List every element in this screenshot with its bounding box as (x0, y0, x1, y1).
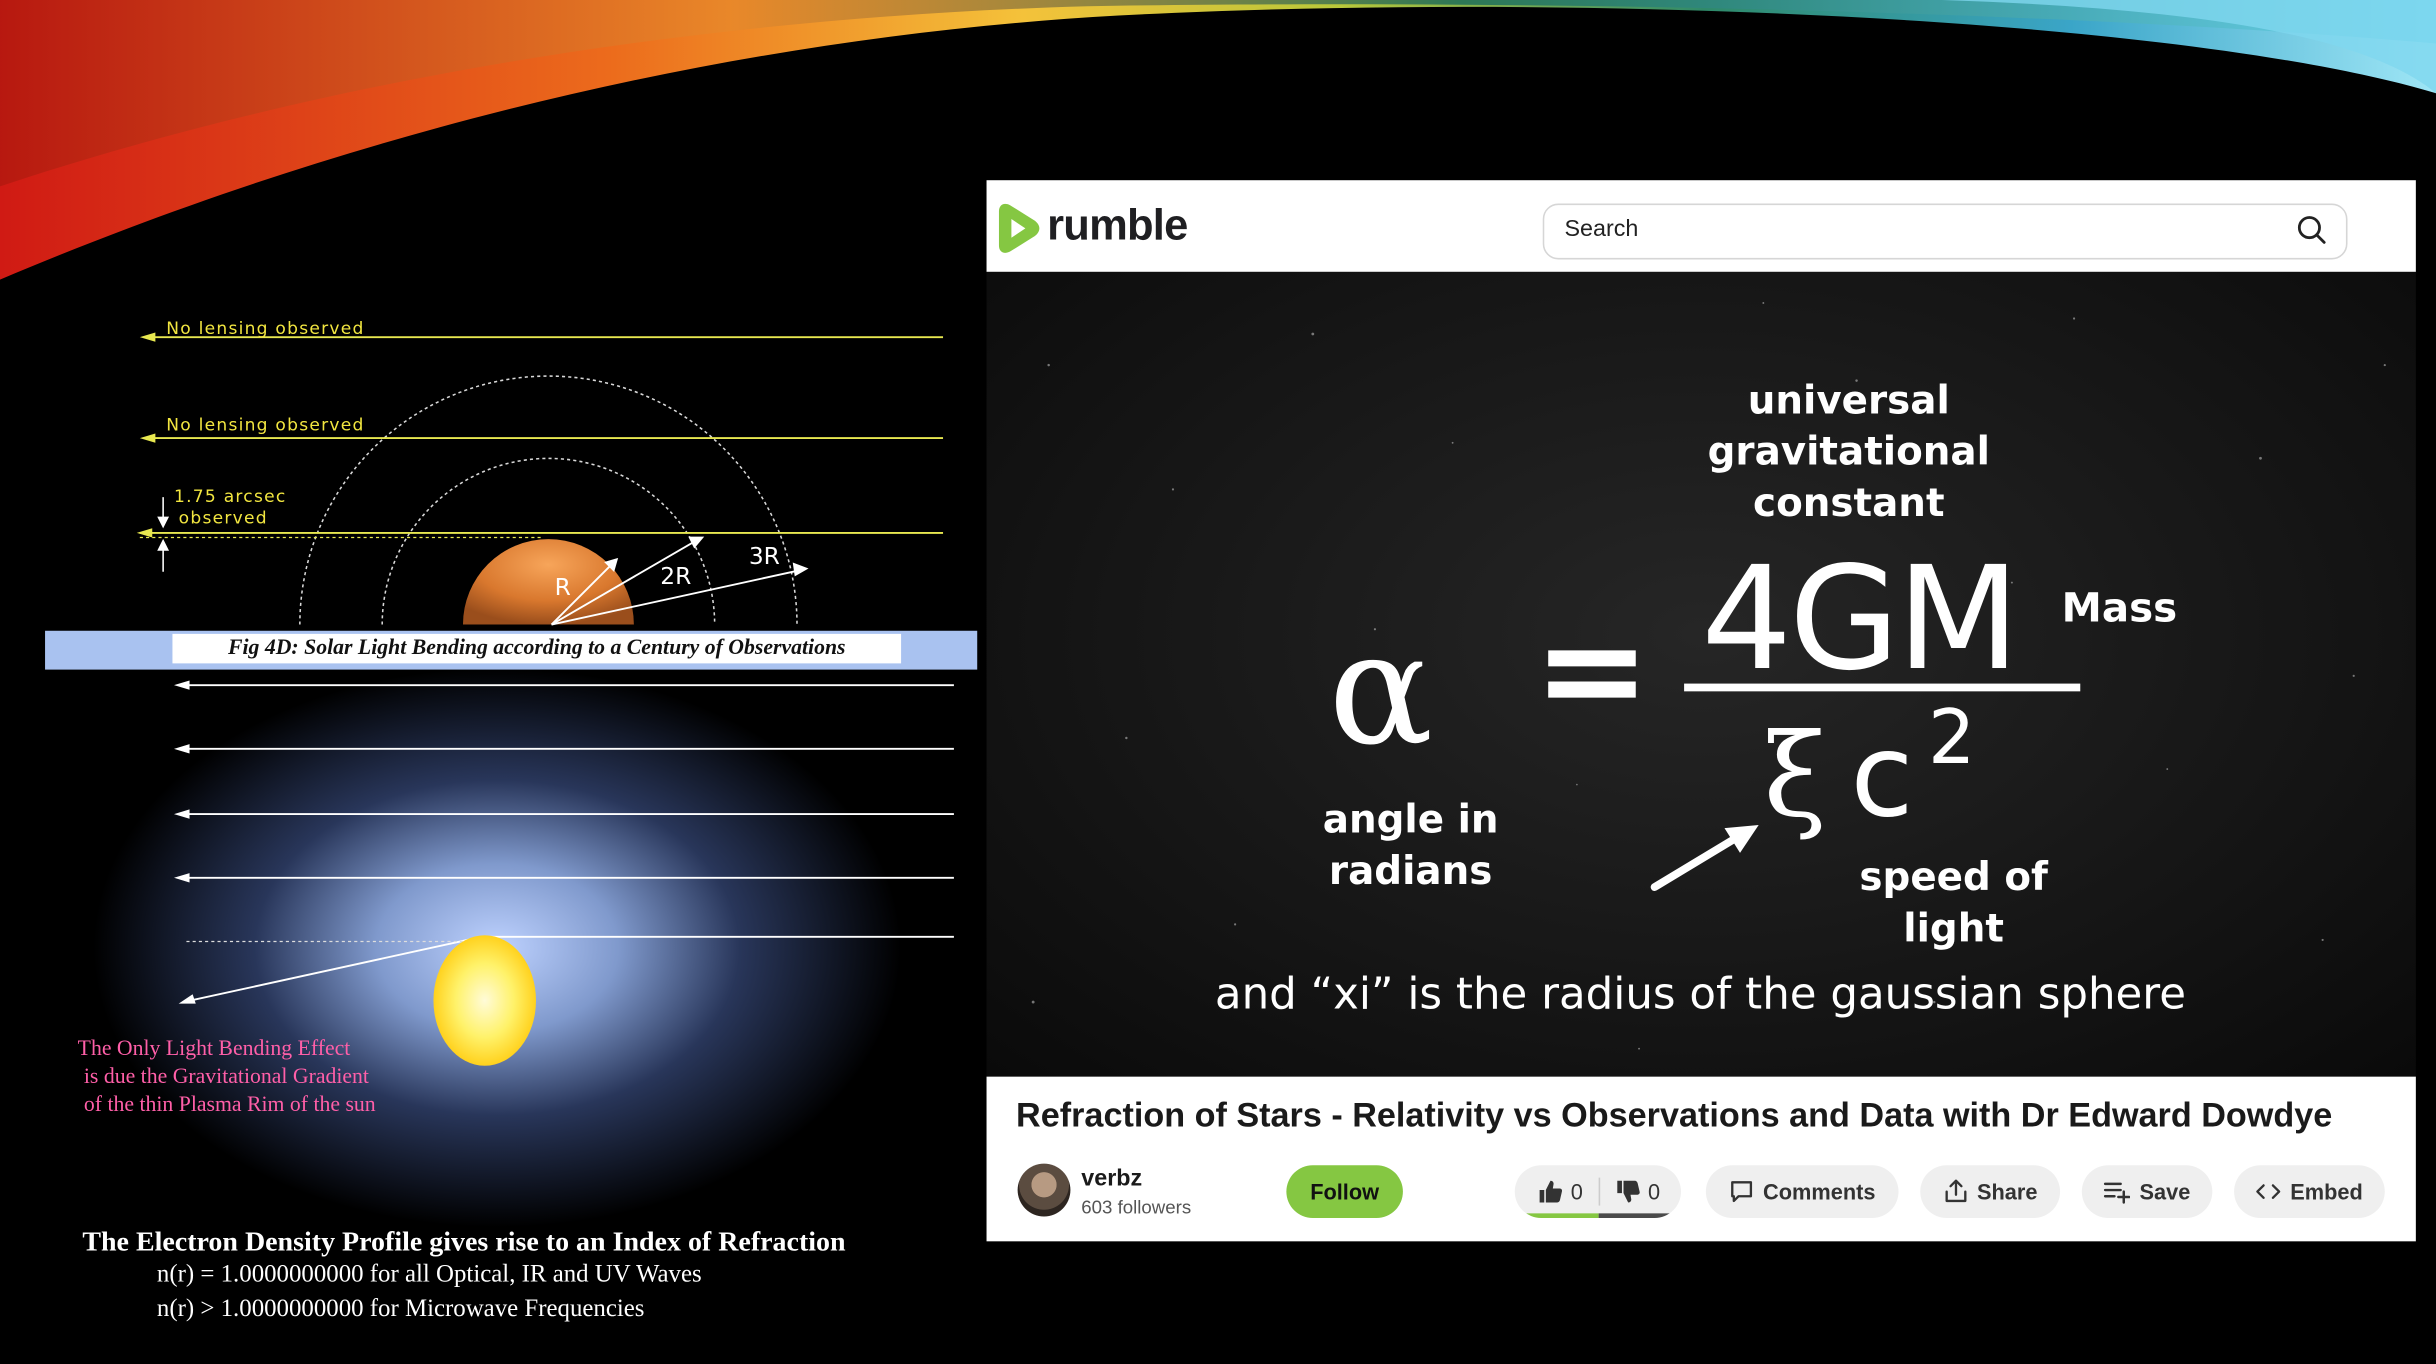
density-line-1: n(r) = 1.0000000000 for all Optical, IR … (156, 1261, 702, 1288)
save-label: Save (2139, 1179, 2191, 1205)
comments-button[interactable]: Comments (1705, 1165, 1899, 1219)
exponent-2: 2 (1928, 694, 1976, 782)
like-ratio-bar (1514, 1213, 1599, 1219)
video-caption: and “xi” is the radius of the gaussian s… (1214, 967, 2187, 1020)
avatar[interactable] (1017, 1163, 1071, 1217)
arcsec-label-line2: observed (178, 508, 268, 529)
lensing-label-top: No lensing observed (166, 318, 365, 339)
plasma-note: The Only Light Bending Effect is due the… (78, 1036, 376, 1120)
follower-count: 603 followers (1081, 1196, 1192, 1219)
speed-label-line2: light (1903, 905, 2004, 951)
density-line-2: n(r) > 1.0000000000 for Microwave Freque… (156, 1295, 645, 1323)
thumbs-down-icon (1616, 1180, 1640, 1203)
save-button[interactable]: Save (2081, 1165, 2213, 1219)
search-icon[interactable] (2296, 214, 2327, 245)
rumble-logo-icon[interactable] (994, 202, 1041, 255)
sun-disk (433, 935, 536, 1066)
thumbs-up-icon (1539, 1180, 1563, 1203)
video-player[interactable]: universal gravitational constant α = 4GM… (986, 271, 2416, 1077)
angle-label: angle in radians (1310, 794, 1512, 897)
radius-label-r: R (554, 573, 571, 602)
plasma-note-line1: The Only Light Bending Effect (77, 1037, 351, 1062)
constant-label-line1: universal (1747, 377, 1950, 423)
embed-label: Embed (2290, 1179, 2363, 1205)
comments-label: Comments (1763, 1179, 1876, 1205)
plasma-note-line2: is due the Gravitational Gradient (83, 1065, 369, 1090)
alpha-symbol: α (1328, 598, 1434, 780)
speed-label: speed of light (1849, 851, 2059, 954)
radius-label-3r: 3R (748, 542, 780, 571)
follow-button[interactable]: Follow (1286, 1165, 1403, 1219)
mass-label: Mass (2061, 585, 2178, 633)
channel-name[interactable]: verbz (1081, 1165, 1142, 1191)
comment-icon (1730, 1181, 1752, 1203)
constant-label-line3: constant (1753, 480, 1945, 526)
vote-pill: 0 0 (1514, 1165, 1681, 1219)
lensing-label-middle: No lensing observed (166, 414, 365, 436)
light-bending-diagram (136, 332, 944, 626)
search-box[interactable] (1542, 203, 2348, 260)
dislike-ratio-bar (1598, 1213, 1681, 1219)
constant-label-line2: gravitational (1707, 428, 1990, 474)
screen: No lensing observed No lensing observed … (0, 0, 2436, 1364)
embed-button[interactable]: Embed (2234, 1165, 2385, 1219)
dislike-count: 0 (1648, 1179, 1661, 1205)
xi-arrow (1650, 824, 1759, 891)
share-button[interactable]: Share (1920, 1165, 2061, 1219)
speed-label-line1: speed of (1859, 854, 2048, 900)
equals-symbol: = (1533, 588, 1651, 752)
arcsec-label-line1: 1.75 arcsec (174, 486, 287, 507)
vote-divider (1598, 1177, 1600, 1206)
fig-caption: Fig 4D: Solar Light Bending according to… (172, 633, 902, 664)
arcsec-marker (157, 497, 170, 572)
refraction-diagram (174, 680, 954, 1004)
embed-code-icon (2256, 1184, 2281, 1199)
like-count: 0 (1570, 1179, 1583, 1205)
playlist-add-icon (2104, 1182, 2131, 1204)
xi-symbol: ξ (1763, 709, 1827, 844)
search-input[interactable]: Search (1564, 216, 1638, 242)
c-symbol: c (1850, 709, 1914, 844)
rumble-logo-text[interactable]: rumble (1047, 200, 1188, 250)
fraction-bar (1684, 683, 2081, 692)
radius-label-2r: 2R (660, 562, 692, 591)
constant-label: universal gravitational constant (1693, 374, 2004, 528)
plasma-note-line3: of the thin Plasma Rim of the sun (83, 1093, 376, 1118)
numerator-4gm: 4GM (1701, 535, 2020, 703)
angle-label-line1: angle in (1322, 796, 1499, 843)
dislike-button[interactable]: 0 (1615, 1179, 1660, 1204)
share-icon (1944, 1179, 1966, 1203)
video-title[interactable]: Refraction of Stars - Relativity vs Obse… (1016, 1095, 2332, 1135)
density-title: The Electron Density Profile gives rise … (82, 1225, 846, 1257)
like-button[interactable]: 0 (1515, 1179, 1583, 1204)
share-label: Share (1977, 1179, 2038, 1205)
angle-label-line2: radians (1328, 848, 1493, 894)
